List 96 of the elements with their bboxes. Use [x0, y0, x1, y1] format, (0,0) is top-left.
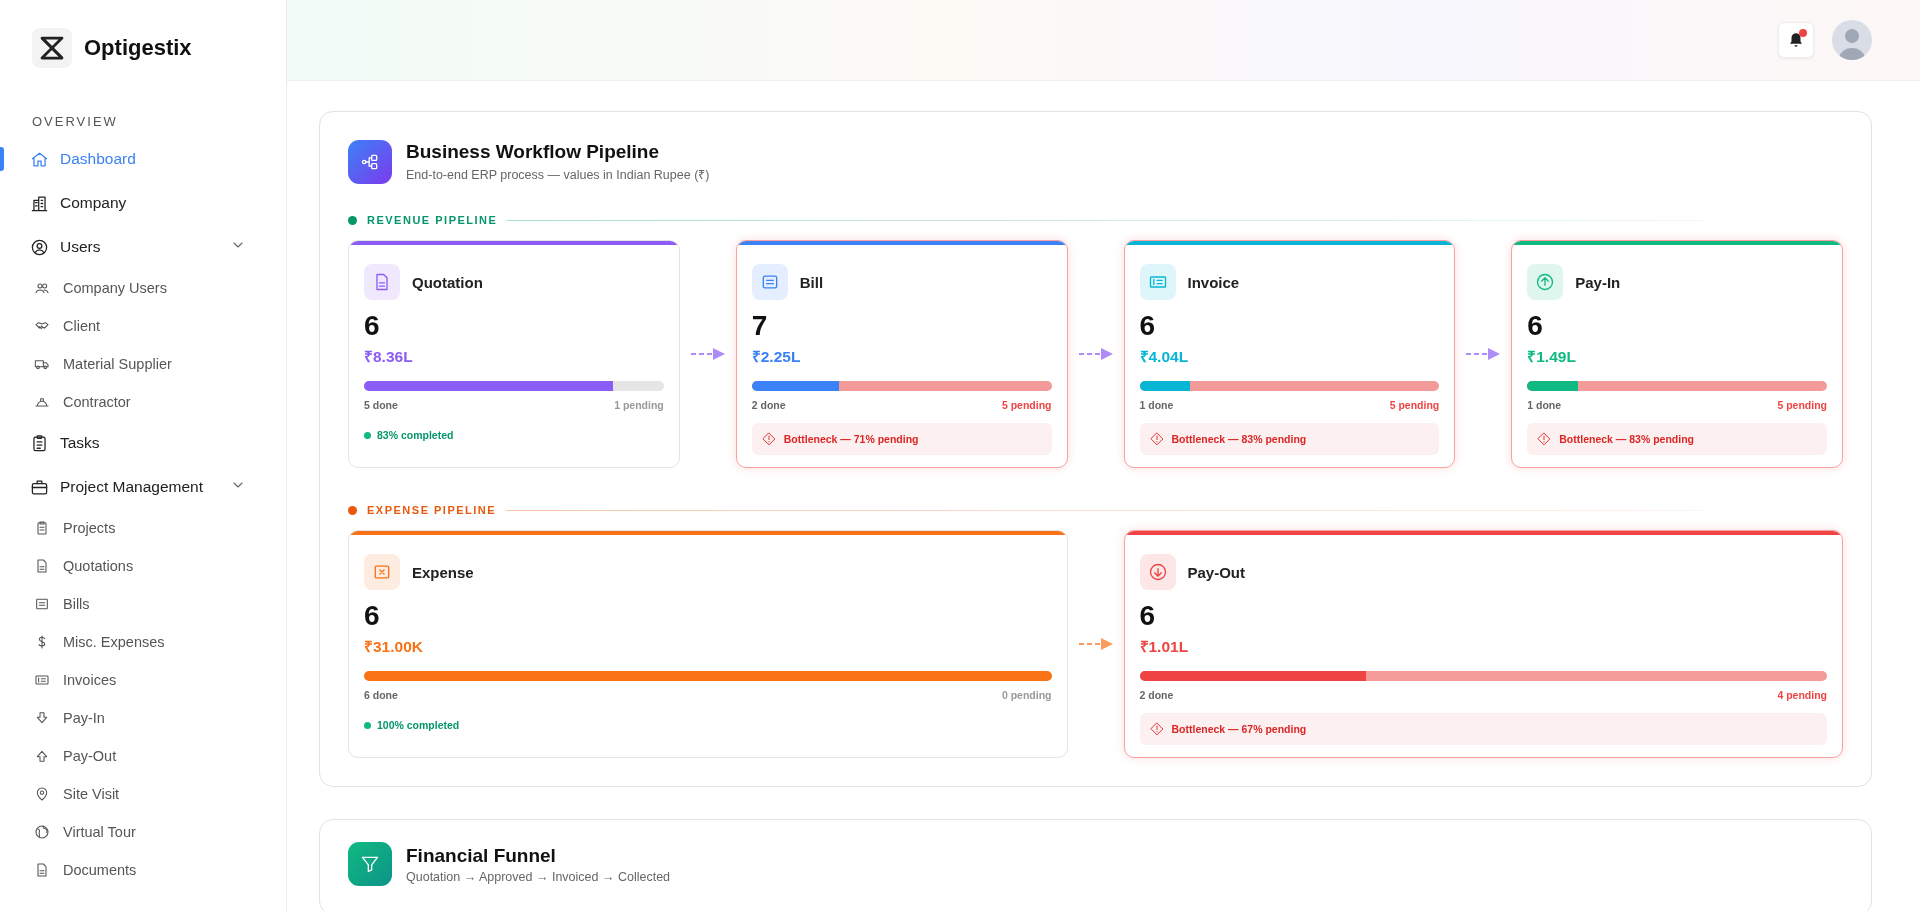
stage-amount: ₹4.04L — [1139, 347, 1190, 367]
pending-count: 5 pending — [1777, 399, 1827, 411]
bottleneck-alert: Bottleneck — 83% pending — [1139, 423, 1440, 455]
user-circle-icon — [30, 237, 49, 257]
pending-count: 5 pending — [1389, 399, 1440, 411]
stage-name: Pay-In — [1575, 273, 1621, 291]
section-label: OVERVIEW — [32, 114, 119, 129]
stage-count: 6 — [1139, 600, 1157, 632]
stage-count: 6 — [1139, 310, 1157, 342]
stage-name: Quotation — [412, 273, 483, 291]
stage-name: Invoice — [1187, 273, 1240, 291]
nav-subitem[interactable]: Bills — [0, 585, 286, 623]
nav-item[interactable]: Dashboard — [0, 137, 286, 181]
brand-name: Optigestix — [84, 35, 192, 61]
receipt-x-icon — [364, 554, 400, 590]
nav-subitem[interactable]: Contractor — [0, 383, 286, 421]
pending-count: 0 pending — [1001, 689, 1052, 701]
nav-subitem[interactable]: Company Users — [0, 269, 286, 307]
stage-amount: ₹8.36L — [364, 347, 414, 367]
panel-title: Financial Funnel — [406, 844, 557, 867]
nav-subitem[interactable]: Invoices — [0, 661, 286, 699]
panel-subtitle: Quotation → Approved → Invoiced → Collected — [406, 869, 671, 884]
stage-amount: ₹31.00K — [364, 637, 424, 657]
nav-subitem[interactable]: Site Visit — [0, 775, 286, 813]
done-count: 6 done — [364, 689, 398, 701]
invoice-icon — [1139, 264, 1176, 300]
nav-item[interactable]: Users — [0, 225, 286, 269]
nav-subitem[interactable]: Documents — [0, 851, 286, 889]
section-label: EXPENSE PIPELINE — [367, 504, 497, 516]
bottleneck-alert: Bottleneck — 83% pending — [1527, 423, 1827, 455]
flow-arrow — [1078, 347, 1113, 361]
stage-count: 6 — [364, 600, 381, 632]
active-indicator — [0, 147, 4, 171]
warning-icon — [1149, 722, 1164, 736]
completion-status: 83% completed — [377, 429, 454, 441]
bell-icon — [1787, 31, 1805, 49]
bottleneck-alert: Bottleneck — 71% pending — [751, 423, 1052, 455]
pending-count: 4 pending — [1777, 689, 1827, 701]
done-count: 5 done — [364, 399, 398, 411]
done-count: 2 done — [751, 399, 786, 411]
receipt-icon — [751, 264, 788, 300]
workflow-icon — [348, 140, 392, 184]
invoice-icon — [34, 672, 50, 688]
users-icon — [34, 280, 50, 296]
done-count: 2 done — [1139, 689, 1174, 701]
filter-icon — [348, 842, 392, 886]
clipboard-icon — [34, 520, 50, 536]
document-icon — [34, 862, 50, 878]
status-dot — [364, 721, 371, 729]
nav-subitem[interactable]: Material Supplier — [0, 345, 286, 383]
warning-icon — [1149, 432, 1164, 446]
stage-name: Expense — [412, 563, 474, 581]
logo-icon — [32, 28, 72, 68]
clipboard-icon — [30, 433, 49, 453]
done-count: 1 done — [1527, 399, 1562, 411]
map-pin-icon — [34, 786, 50, 802]
panel-title: Business Workflow Pipeline — [406, 141, 661, 163]
nav-subitem[interactable]: Quotations — [0, 547, 286, 585]
flow-arrow — [690, 347, 725, 361]
home-icon — [30, 149, 49, 169]
nav-subitem[interactable]: Client — [0, 307, 286, 345]
warning-icon — [761, 432, 776, 446]
pending-count: 1 pending — [614, 399, 664, 411]
stage-amount: ₹1.49L — [1527, 347, 1577, 367]
document-icon — [364, 264, 400, 300]
section-label: REVENUE PIPELINE — [367, 214, 498, 226]
nav-subitem[interactable]: Projects — [0, 509, 286, 547]
flow-arrow — [1466, 347, 1501, 361]
nav-subitem[interactable]: Misc. Expenses — [0, 623, 286, 661]
globe-icon — [34, 824, 50, 840]
panel-subtitle: End-to-end ERP process — values in Indian Rupee (₹) — [406, 167, 710, 183]
receipt-icon — [34, 596, 50, 612]
stage-count: 6 — [364, 310, 381, 342]
warning-icon — [1537, 432, 1552, 446]
stage-name: Bill — [799, 273, 824, 291]
stage-count: 7 — [751, 310, 769, 342]
nav-item[interactable]: Project Management — [0, 465, 286, 509]
nav-subitem[interactable]: Pay-Out — [0, 737, 286, 775]
arrow-up-icon — [34, 748, 50, 764]
flow-arrow — [1078, 637, 1113, 651]
done-count: 1 done — [1139, 399, 1174, 411]
arrow-down-icon — [34, 710, 50, 726]
status-dot — [364, 431, 371, 439]
stage-name: Pay-Out — [1187, 563, 1245, 581]
notification-button[interactable] — [1778, 22, 1814, 58]
document-icon — [34, 558, 50, 574]
nav-item[interactable]: Tasks — [0, 421, 286, 465]
nav-subitem[interactable]: Pay-In — [0, 699, 286, 737]
pending-count: 5 pending — [1001, 399, 1052, 411]
nav-subitem[interactable]: Virtual Tour — [0, 813, 286, 851]
stage-amount: ₹1.01L — [1139, 637, 1190, 657]
stage-count: 6 — [1527, 310, 1544, 342]
completion-status: 100% completed — [377, 719, 460, 731]
nav-item[interactable]: Company — [0, 181, 286, 225]
stage-amount: ₹2.25L — [751, 347, 802, 367]
bottleneck-alert: Bottleneck — 67% pending — [1139, 713, 1827, 745]
